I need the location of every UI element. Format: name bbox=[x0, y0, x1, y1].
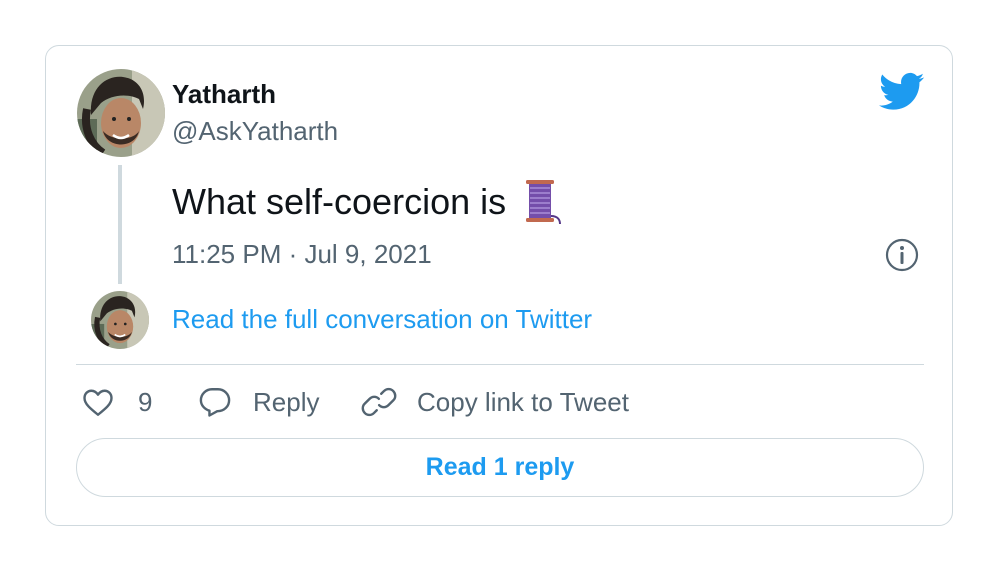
like-button[interactable]: 9 bbox=[80, 382, 152, 422]
thread-avatar[interactable] bbox=[91, 291, 149, 349]
tweet-text-content: What self-coercion is bbox=[172, 181, 507, 222]
tweet-actions: 9 Reply Copy link to Tweet bbox=[76, 382, 924, 422]
tweet-timestamp[interactable]: 11:25 PM · Jul 9, 2021 bbox=[172, 239, 432, 270]
twitter-bird-icon[interactable] bbox=[879, 72, 925, 112]
read-reply-button[interactable]: Read 1 reply bbox=[76, 438, 924, 497]
speech-bubble-icon bbox=[199, 388, 231, 417]
divider bbox=[76, 364, 924, 365]
author-handle[interactable]: @AskYatharth bbox=[172, 116, 338, 147]
spool-of-thread-icon bbox=[526, 180, 562, 225]
info-icon[interactable] bbox=[884, 237, 920, 273]
author-avatar[interactable] bbox=[77, 69, 165, 157]
author-display-name[interactable]: Yatharth bbox=[172, 79, 276, 110]
read-full-conversation-link[interactable]: Read the full conversation on Twitter bbox=[172, 304, 592, 335]
copy-link-button[interactable]: Copy link to Tweet bbox=[361, 382, 629, 422]
tweet-card: Yatharth @AskYatharth What self-coercion… bbox=[45, 45, 953, 526]
tweet-text: What self-coercion is bbox=[172, 178, 564, 226]
reply-label: Reply bbox=[253, 386, 320, 417]
heart-icon bbox=[83, 389, 113, 416]
thread-connector-line bbox=[118, 165, 122, 284]
link-icon bbox=[361, 387, 397, 417]
like-count: 9 bbox=[138, 386, 153, 417]
reply-button[interactable]: Reply bbox=[197, 382, 319, 422]
copy-link-label: Copy link to Tweet bbox=[417, 386, 629, 417]
